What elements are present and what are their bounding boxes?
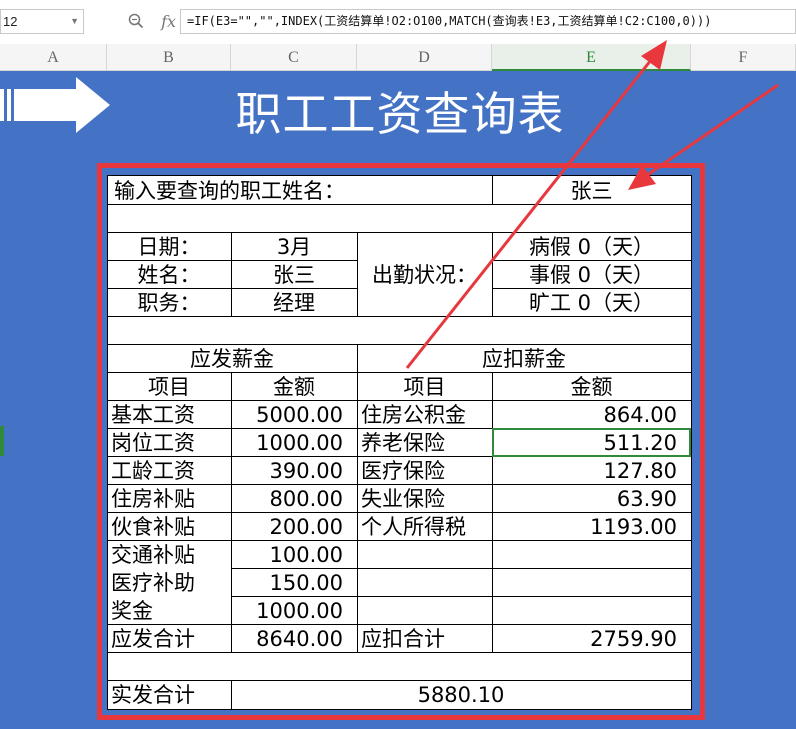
- annotation-arrows: [405, 40, 779, 369]
- arrow-head-icon: [628, 165, 656, 190]
